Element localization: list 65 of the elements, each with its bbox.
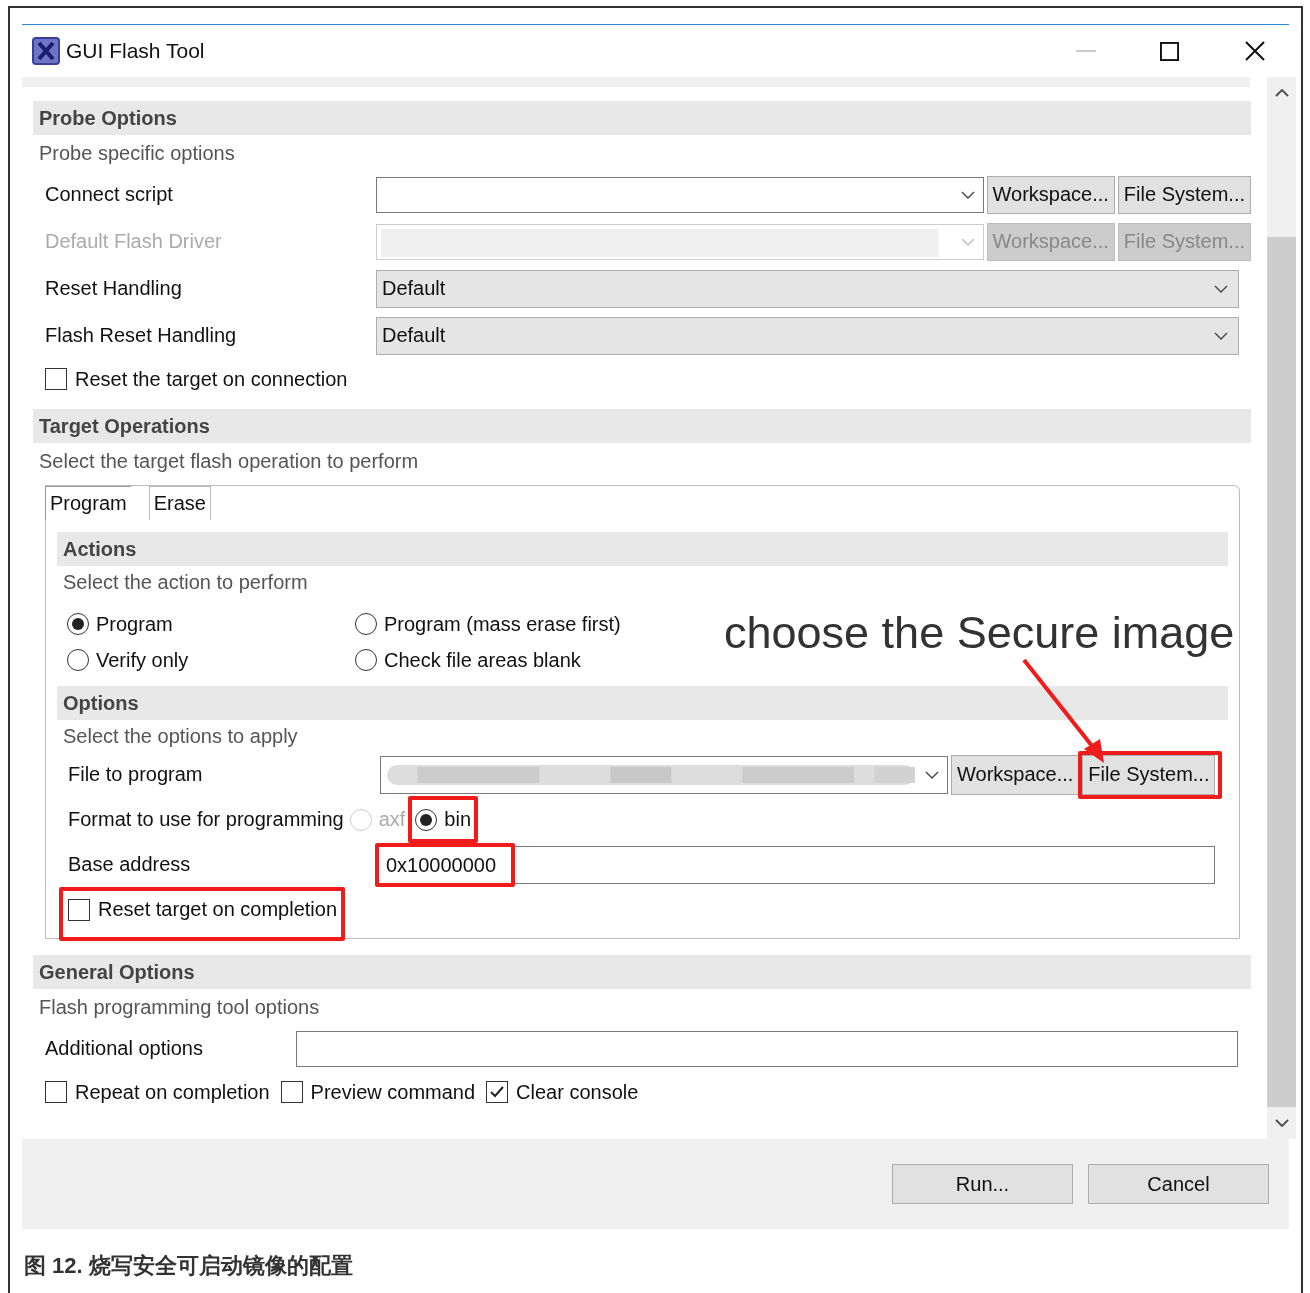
browse-button[interactable]: File System...	[1082, 754, 1216, 795]
field-label: Reset Handling	[45, 277, 183, 300]
figure-caption: 图 12. 烧写安全可启动镜像的配置	[23, 1252, 354, 1280]
input-field[interactable]	[296, 1030, 1238, 1067]
combo-field[interactable]	[376, 176, 984, 213]
chevron-icon	[1214, 284, 1228, 293]
browse-button[interactable]: File System...	[1117, 175, 1251, 214]
close-icon[interactable]	[1245, 41, 1265, 61]
checkbox[interactable]	[486, 1081, 509, 1103]
section-header: General Options	[33, 955, 1251, 989]
browse-button[interactable]: Workspace...	[951, 754, 1080, 795]
browse-button[interactable]: Workspace...	[986, 175, 1115, 214]
radio-button[interactable]	[355, 613, 377, 635]
section-subtitle: Select the options to apply	[62, 724, 299, 749]
radio-label: Program	[96, 612, 173, 636]
dropdown[interactable]: Default	[376, 316, 1239, 355]
radio-label: axf	[378, 808, 406, 831]
field-label: Default Flash Driver	[45, 230, 223, 253]
maximize-icon[interactable]	[1160, 41, 1179, 61]
section-subtitle: Select the action to perform	[62, 570, 309, 595]
field-label: Base address	[68, 853, 192, 876]
radio-label: Verify only	[96, 648, 189, 672]
field-label: File to program	[68, 763, 204, 786]
section-header: Target Operations	[33, 409, 1251, 443]
app-icon	[32, 37, 60, 65]
checkbox-label: Reset the target on connection	[75, 367, 348, 391]
section-subtitle: Probe specific options	[38, 141, 236, 166]
checkbox-label: Repeat on completion	[75, 1080, 270, 1104]
radio-label: bin	[444, 808, 472, 831]
section-header: Probe Options	[33, 101, 1251, 135]
checkbox[interactable]	[68, 898, 90, 921]
radio-label: Program (mass erase first)	[384, 612, 621, 636]
annotation-text: choose the Secure image	[724, 607, 1235, 659]
dropdown[interactable]: Default	[376, 269, 1239, 308]
checkbox-label: Preview command	[310, 1080, 476, 1104]
scroll-up-icon[interactable]	[1274, 89, 1289, 97]
section-subtitle: Flash programming tool options	[38, 995, 321, 1020]
chevron-icon	[960, 237, 975, 246]
field-label: Format to use for programming	[68, 808, 344, 831]
scrollbar[interactable]	[1267, 77, 1296, 1139]
radio-button[interactable]	[415, 808, 438, 831]
window-title: GUI Flash Tool	[66, 39, 205, 63]
section-subtitle: Select the target flash operation to perform	[38, 449, 420, 474]
checkbox[interactable]	[45, 1081, 67, 1103]
checkbox[interactable]	[45, 368, 67, 390]
checkbox-label: Clear console	[516, 1080, 639, 1104]
radio-button[interactable]	[355, 649, 377, 671]
section-header: Actions	[57, 532, 1228, 566]
dialog-button[interactable]: Cancel	[1088, 1164, 1269, 1204]
field-label: Connect script	[45, 183, 174, 206]
field-label: Additional options	[45, 1037, 204, 1060]
radio-button[interactable]	[67, 613, 89, 635]
radio-button[interactable]	[67, 649, 89, 671]
dialog-button[interactable]: Run...	[892, 1164, 1073, 1204]
checkbox[interactable]	[280, 1081, 303, 1103]
chevron-icon	[960, 190, 975, 199]
section-header: Options	[57, 686, 1228, 720]
scroll-down-icon[interactable]	[1274, 1119, 1289, 1127]
chevron-icon	[1214, 331, 1228, 340]
radio-label: Check file areas blank	[384, 648, 581, 672]
combo-field[interactable]	[380, 755, 948, 794]
checkbox-label: Reset target on completion	[98, 898, 338, 921]
tab[interactable]: Erase	[148, 486, 211, 520]
field-label: Flash Reset Handling	[45, 324, 238, 347]
chevron-icon	[925, 770, 939, 779]
